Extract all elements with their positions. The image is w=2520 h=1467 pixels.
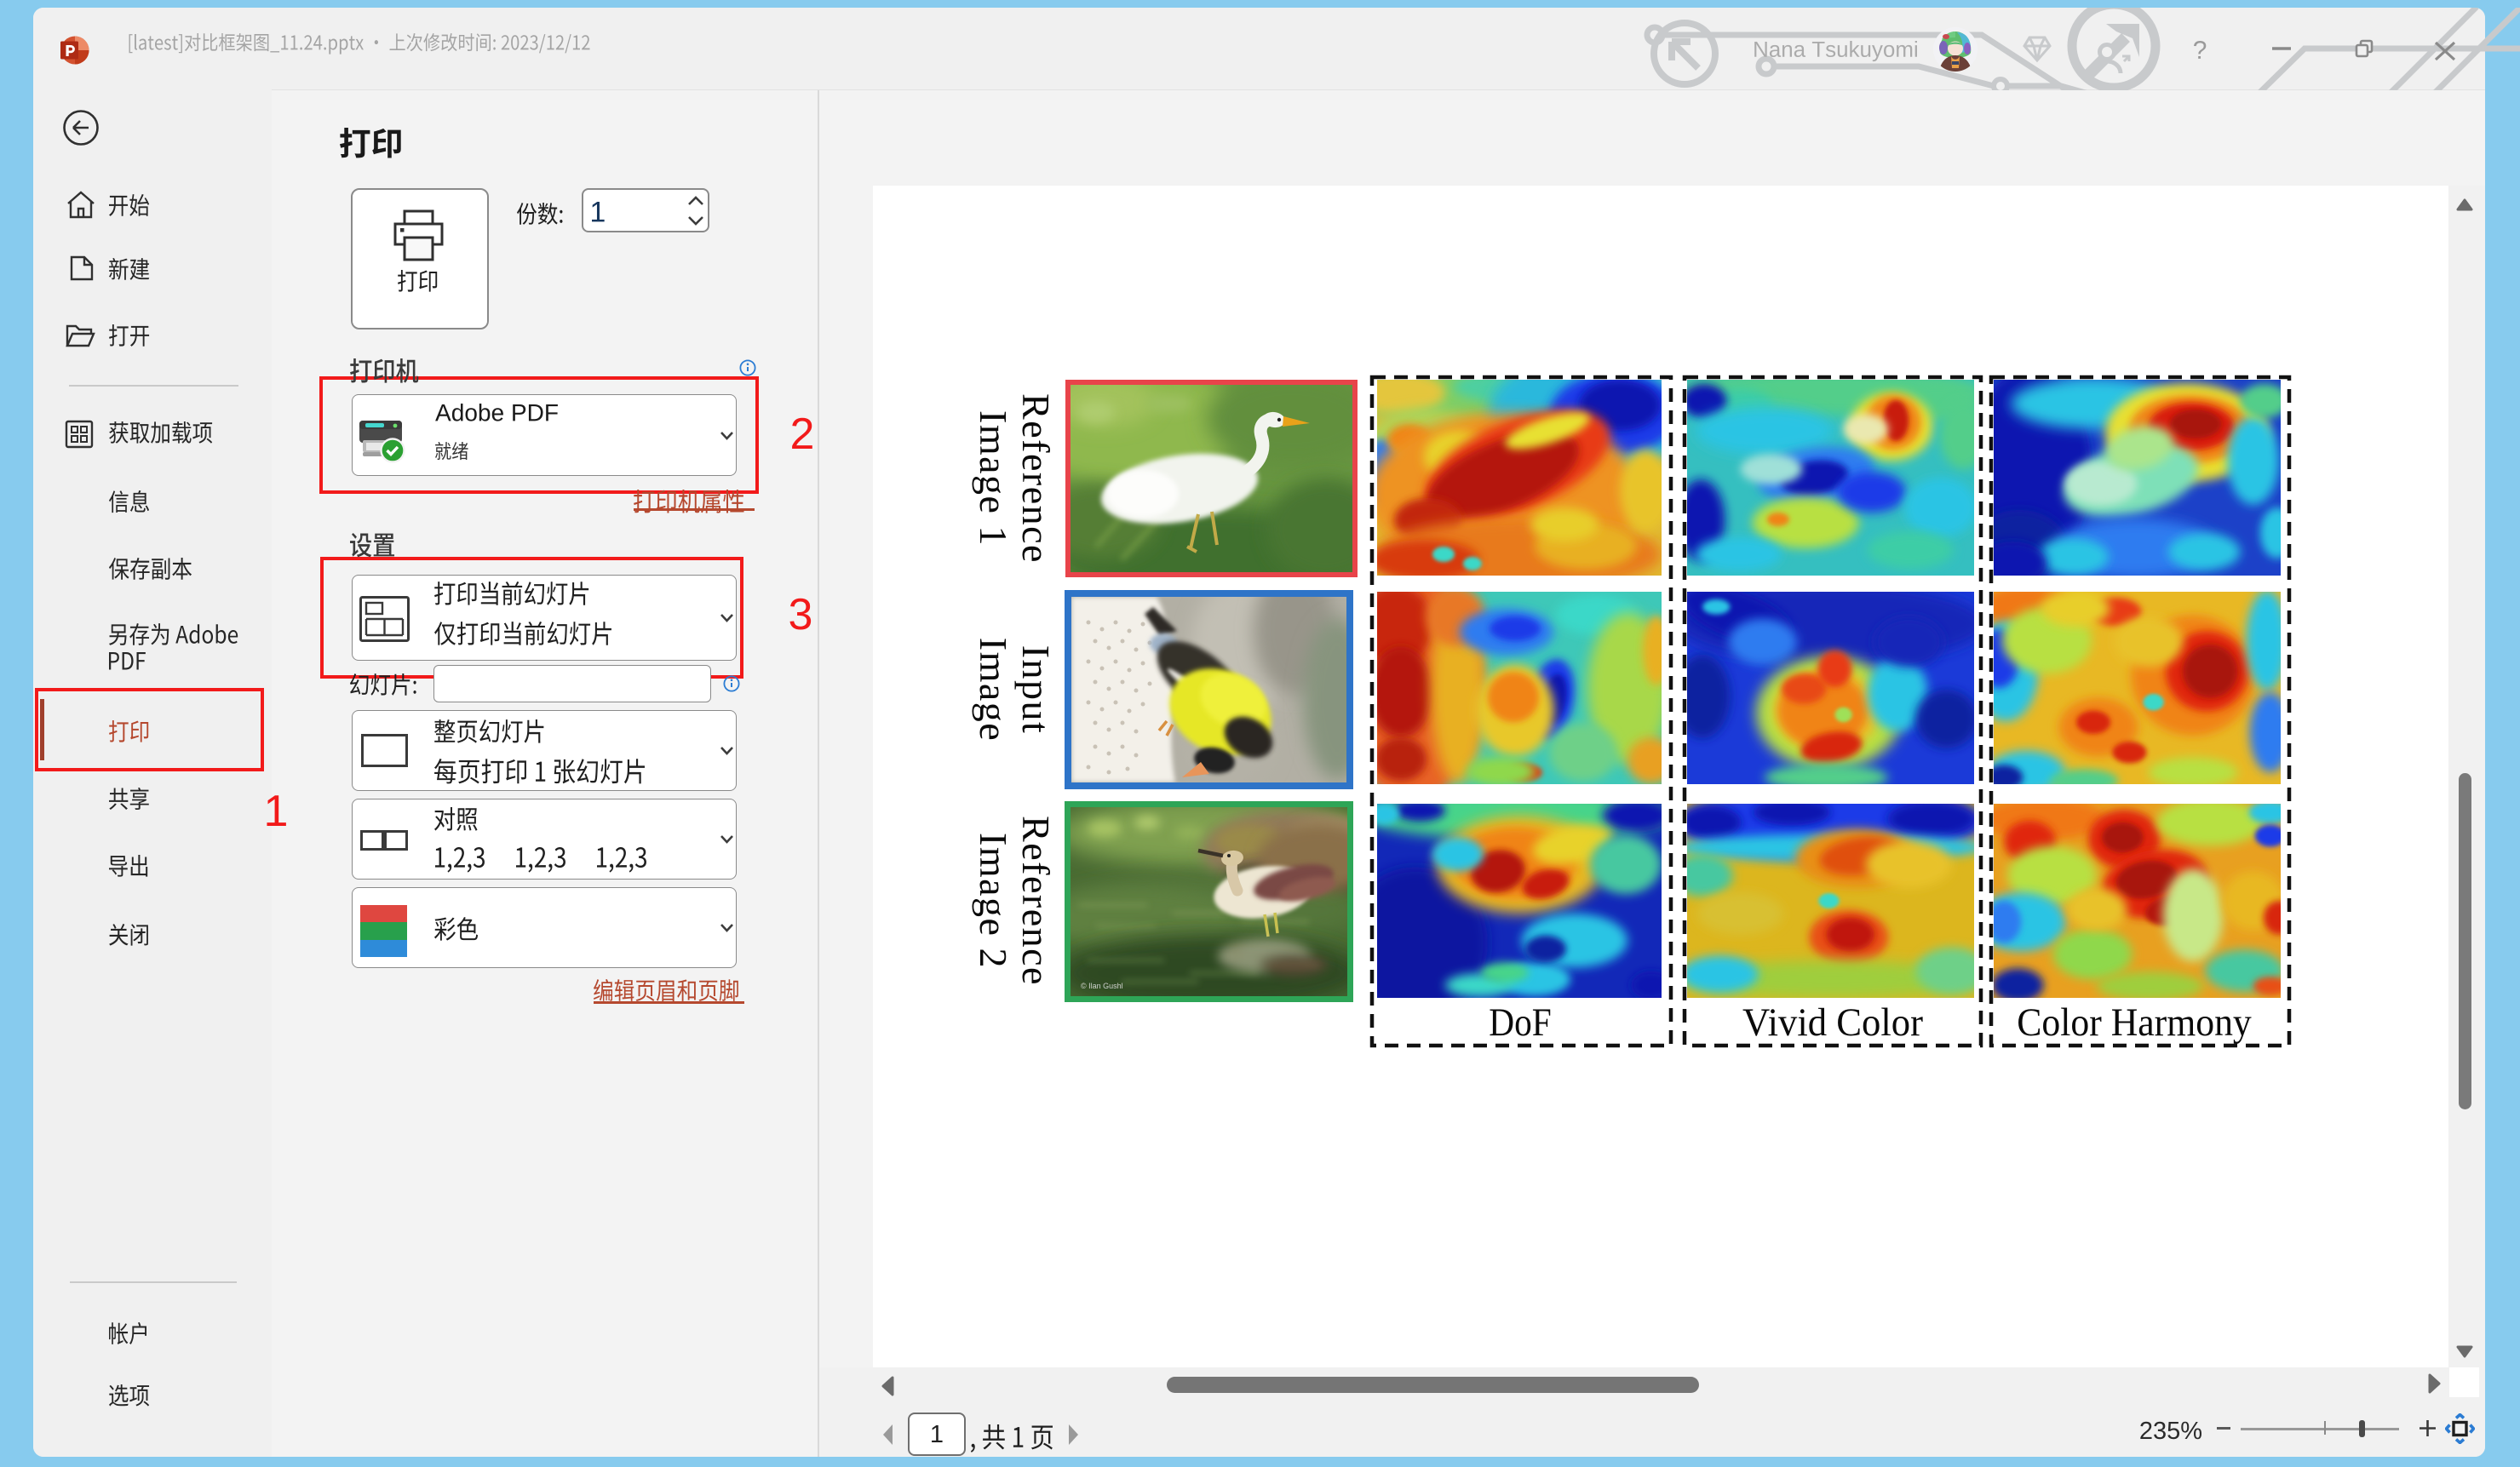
svg-text:© Ilan Gushl: © Ilan Gushl	[1081, 982, 1123, 990]
